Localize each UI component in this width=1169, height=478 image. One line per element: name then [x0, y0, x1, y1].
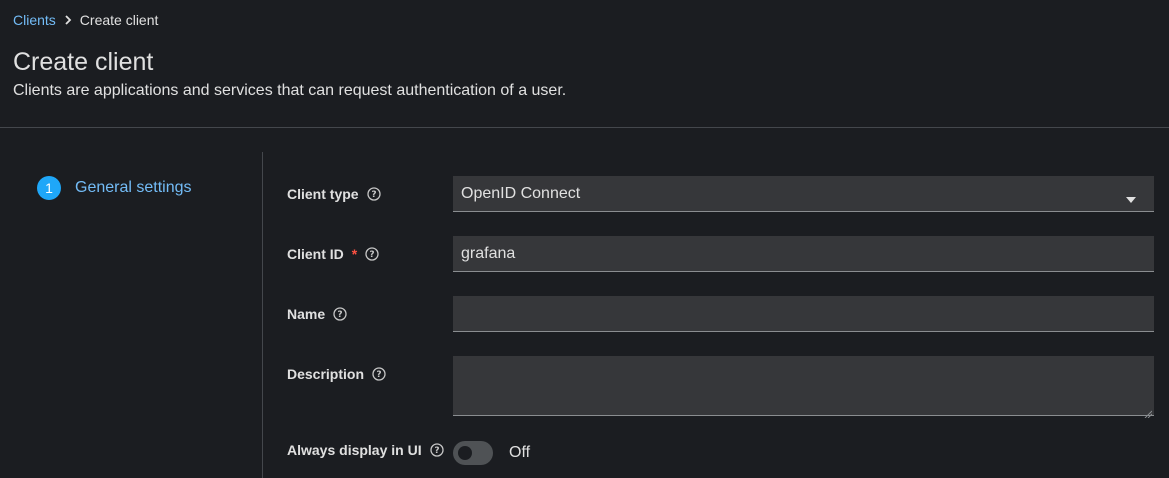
always-display-switch[interactable]: Off	[453, 441, 530, 465]
svg-text:?: ?	[338, 310, 343, 320]
toggle-knob	[458, 446, 472, 460]
question-circle-icon[interactable]: ?	[366, 187, 381, 201]
breadcrumb-current: Create client	[79, 12, 159, 28]
client-id-value: grafana	[461, 244, 516, 262]
header-divider	[0, 127, 1169, 128]
always-display-label: Always display in UI ?	[287, 442, 444, 458]
chevron-right-icon	[56, 15, 80, 25]
svg-text:?: ?	[370, 250, 375, 260]
description-label-text: Description	[287, 366, 365, 382]
page-title: Create client	[13, 48, 154, 76]
client-type-label-text: Client type	[287, 186, 359, 202]
svg-text:?: ?	[371, 190, 376, 200]
required-indicator: *	[351, 246, 358, 262]
question-circle-icon[interactable]: ?	[333, 307, 347, 321]
svg-text:?: ?	[376, 370, 381, 380]
always-display-label-text: Always display in UI	[287, 442, 422, 458]
wizard-nav-divider	[262, 152, 263, 478]
toggle-state-text: Off	[509, 444, 531, 461]
client-id-label: Client ID * ?	[287, 246, 379, 262]
name-input[interactable]	[453, 296, 1154, 332]
name-label: Name ?	[287, 306, 347, 322]
question-circle-icon[interactable]: ?	[365, 247, 379, 261]
page-description: Clients are applications and services th…	[13, 82, 567, 99]
wizard-step-general-settings[interactable]: 1 General settings	[37, 176, 192, 200]
breadcrumb: Clients Create client	[13, 12, 158, 28]
resize-handle-icon[interactable]	[1144, 405, 1153, 419]
client-type-select[interactable]: OpenID Connect	[453, 176, 1154, 212]
description-label: Description ?	[287, 366, 386, 382]
client-type-value: OpenID Connect	[461, 184, 581, 202]
client-id-label-text: Client ID	[287, 246, 344, 262]
caret-down-icon	[1126, 190, 1136, 203]
name-label-text: Name	[287, 306, 326, 322]
step-label: General settings	[75, 179, 192, 196]
toggle-track[interactable]	[453, 441, 493, 465]
breadcrumb-clients-link[interactable]: Clients	[13, 12, 56, 28]
description-textarea[interactable]	[453, 356, 1154, 419]
client-type-label: Client type ?	[287, 186, 381, 202]
question-circle-icon[interactable]: ?	[429, 443, 444, 457]
step-number-badge: 1	[37, 176, 61, 200]
svg-text:?: ?	[434, 446, 439, 456]
question-circle-icon[interactable]: ?	[372, 367, 386, 381]
client-id-input[interactable]: grafana	[453, 236, 1154, 272]
